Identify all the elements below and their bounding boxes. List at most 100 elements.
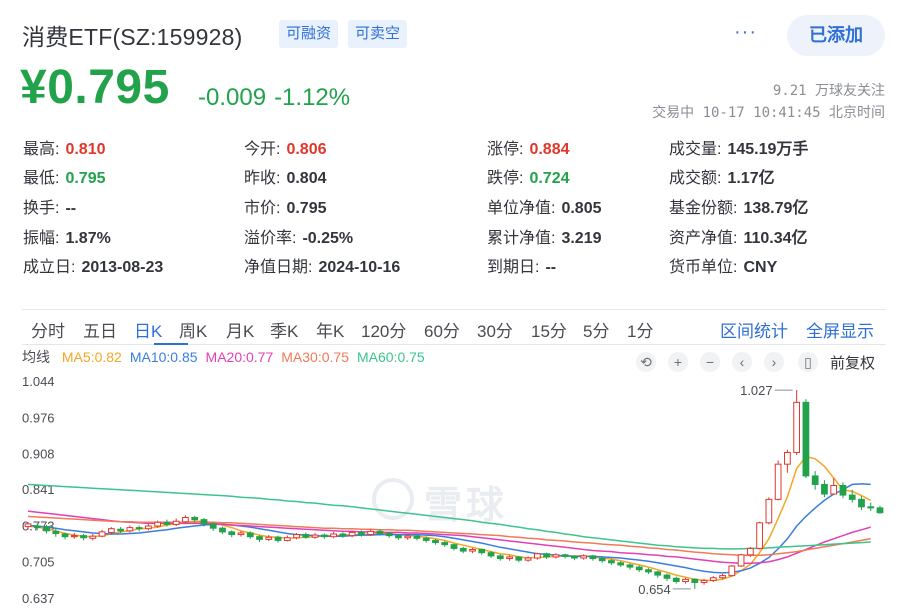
quote-label: 资产净值: [669, 230, 738, 247]
candle-body [626, 564, 634, 568]
extreme-label: 1.027 [740, 383, 773, 398]
candle-type-icon[interactable]: ▯ [798, 352, 818, 372]
candle-body [635, 566, 643, 571]
y-tick-label: 1.044 [22, 374, 55, 389]
candle-body [274, 536, 282, 541]
candle-body [80, 535, 87, 539]
candle-body [246, 532, 254, 538]
quote-label: 成交额: [669, 170, 722, 187]
y-tick-label: 0.976 [22, 410, 55, 425]
quote-item: 累计净值: 3.219 [487, 224, 602, 248]
quote-item: 成立日: 2013-08-23 [23, 253, 163, 277]
candle-body [867, 506, 875, 509]
candle-body [302, 534, 310, 538]
quote-value: -- [545, 259, 557, 276]
scroll-left-icon[interactable]: ‹ [732, 352, 752, 372]
tab-period[interactable]: 季K [270, 317, 298, 342]
quote-value: 3.219 [561, 230, 602, 247]
candle-body [746, 547, 754, 556]
candle-body [163, 521, 171, 525]
candle-body [552, 554, 560, 558]
tab-period[interactable]: 年K [316, 317, 344, 342]
more-icon[interactable]: ··· [734, 21, 757, 44]
candle-body [617, 562, 625, 566]
candle-body [172, 520, 180, 525]
tab-period[interactable]: 15分 [531, 317, 567, 342]
candle-body [145, 525, 152, 530]
quote-label: 今开: [244, 141, 281, 158]
candle-body [858, 498, 865, 508]
quote-item: 今开: 0.806 [244, 135, 327, 159]
quote-label: 最高: [23, 141, 60, 158]
candle-body [320, 534, 328, 538]
candle-body [469, 548, 476, 552]
page-title: 消费ETF(SZ:159928) [22, 24, 243, 50]
candle-body [645, 569, 652, 573]
candle-body [487, 552, 495, 557]
quote-value: 145.19万手 [727, 141, 809, 158]
quote-value: 0.805 [561, 200, 602, 217]
candle-body [728, 565, 736, 577]
candle-body [191, 516, 199, 521]
quote-value: 0.724 [529, 170, 570, 187]
ma-legend: 均线 MA5:0.82 MA10:0.85 MA20:0.77 MA30:0.75 MA… [22, 347, 441, 367]
margin-tag[interactable]: 可融资 [279, 20, 339, 48]
tab-period[interactable]: 分时 [31, 317, 65, 342]
followers-count: 9.21 万球友关注 [772, 83, 885, 99]
quote-label: 基金份额: [669, 200, 738, 217]
candle-body [459, 547, 467, 552]
tab-period[interactable]: 1分 [627, 317, 653, 342]
candle-body [422, 537, 430, 541]
quote-item: 涨停: 0.884 [487, 135, 570, 159]
candle-body [256, 536, 263, 540]
added-watchlist-button[interactable]: 已添加 [787, 15, 885, 56]
quote-value: 2013-08-23 [81, 259, 164, 276]
candle-body [598, 558, 606, 562]
zoom-out-icon[interactable]: − [700, 352, 720, 372]
quote-value: 0.795 [65, 170, 106, 187]
candle-body [811, 475, 819, 485]
quote-value: 0.884 [529, 141, 570, 158]
quote-value: 0.806 [286, 141, 327, 158]
tab-period[interactable]: 周K [179, 317, 207, 342]
ma-legend-item: MA30:0.75 [281, 349, 349, 365]
tab-period[interactable]: 月K [226, 317, 254, 342]
candle-body [691, 578, 699, 584]
candle-body [672, 577, 680, 582]
quote-label: 涨停: [487, 141, 524, 158]
quote-value: 110.34亿 [743, 230, 808, 247]
fullscreen-link[interactable]: 全屏显示 [806, 317, 874, 342]
candle-body [432, 539, 439, 544]
quote-label: 成交量: [669, 141, 722, 158]
candle-body [774, 463, 782, 500]
tab-period[interactable]: 60分 [424, 317, 460, 342]
reset-icon[interactable]: ⟲ [636, 352, 656, 372]
interval-stats-link[interactable]: 区间统计 [720, 317, 788, 342]
candlestick-chart[interactable]: 1.0440.9760.9080.8410.7730.7050.6371.027… [0, 370, 922, 613]
quote-item: 成交量: 145.19万手 [669, 135, 808, 159]
candle-body [43, 526, 50, 532]
quote-label: 到期日: [487, 259, 540, 276]
candle-body [61, 533, 69, 538]
candle-body [802, 401, 810, 477]
tab-period[interactable]: 五日 [83, 317, 117, 342]
short-sell-tag[interactable]: 可卖空 [348, 20, 408, 48]
candle-body [765, 498, 773, 524]
price-change: -0.009 -1.12% [198, 84, 350, 112]
tab-period[interactable]: 120分 [361, 317, 406, 342]
quote-item: 成交额: 1.17亿 [669, 164, 775, 188]
candle-body [654, 571, 662, 576]
zoom-in-icon[interactable]: + [668, 352, 688, 372]
candle-body [515, 556, 523, 561]
tab-period[interactable]: 5分 [583, 317, 609, 342]
candle-body [543, 553, 550, 558]
tab-period[interactable]: 日K [134, 317, 162, 342]
tab-period[interactable]: 30分 [477, 317, 513, 342]
candle-body [756, 522, 763, 549]
ma-legend-item: MA10:0.85 [129, 349, 198, 365]
y-tick-label: 0.637 [22, 591, 55, 606]
trade-status: 交易中 10-17 10:41:45 北京时间 [652, 105, 885, 121]
quote-label: 溢价率: [244, 230, 297, 247]
quote-item: 单位净值: 0.805 [487, 194, 602, 218]
scroll-right-icon[interactable]: › [764, 352, 784, 372]
